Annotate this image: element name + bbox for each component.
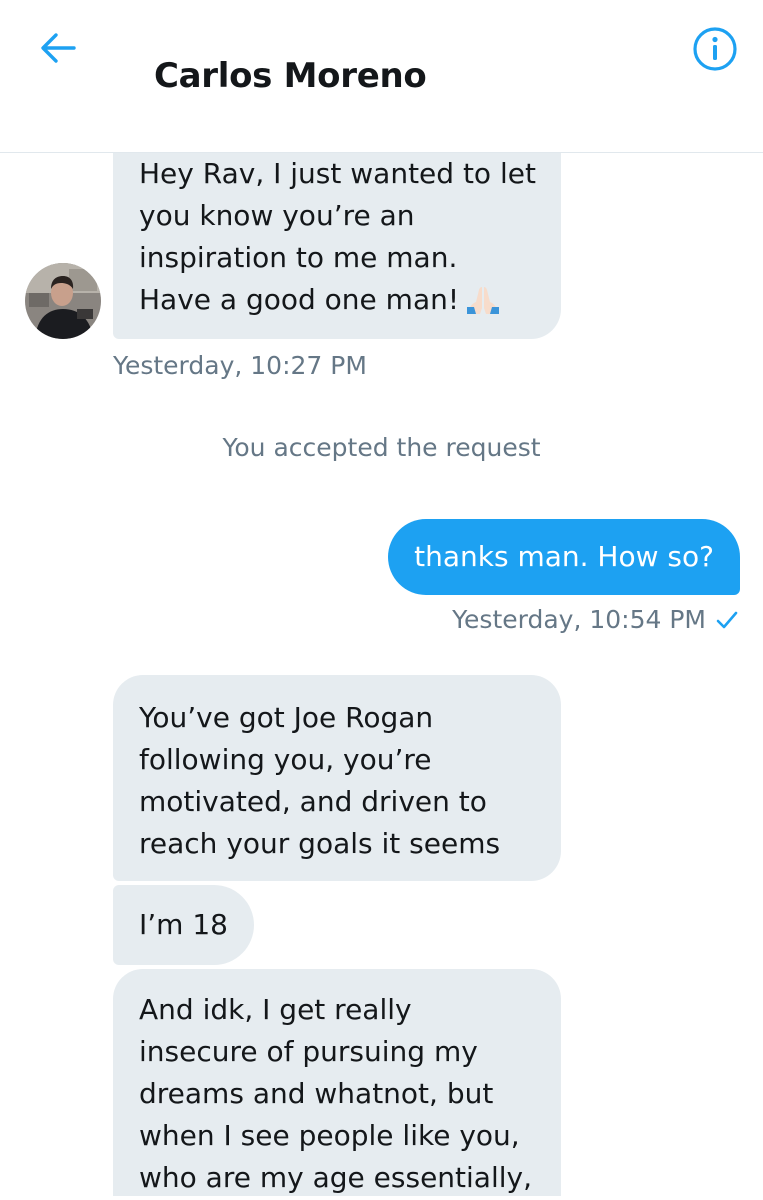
message-text: I’m 18 (139, 908, 228, 941)
message-timestamp: Yesterday, 10:54 PM (452, 603, 738, 637)
info-circle-icon[interactable] (692, 26, 738, 72)
incoming-message[interactable]: Hey Rav, I just wanted to let you know y… (113, 153, 561, 339)
incoming-message[interactable]: I’m 18 (113, 885, 254, 965)
arrow-left-icon[interactable] (38, 28, 78, 68)
timestamp-text: Yesterday, 10:54 PM (452, 605, 706, 634)
message-text: And idk, I get really insecure of pursui… (139, 993, 532, 1194)
conversation-header: Carlos Moreno (0, 0, 763, 153)
profile-photo (25, 263, 101, 339)
avatar[interactable] (25, 263, 101, 339)
incoming-message[interactable]: And idk, I get really insecure of pursui… (113, 969, 561, 1196)
message-text: You’ve got Joe Rogan following you, you’… (139, 701, 501, 860)
contact-name[interactable]: Carlos Moreno (154, 52, 427, 100)
message-thread[interactable]: Hey Rav, I just wanted to let you know y… (0, 153, 763, 1196)
outgoing-message[interactable]: thanks man. How so? (388, 519, 740, 595)
folded-hands-emoji (467, 287, 500, 314)
request-accepted-notice: You accepted the request (222, 433, 541, 462)
message-timestamp: Yesterday, 10:27 PM (113, 351, 367, 380)
checkmark-icon (716, 611, 738, 629)
message-text: thanks man. How so? (414, 540, 714, 573)
incoming-message[interactable]: You’ve got Joe Rogan following you, you’… (113, 675, 561, 881)
